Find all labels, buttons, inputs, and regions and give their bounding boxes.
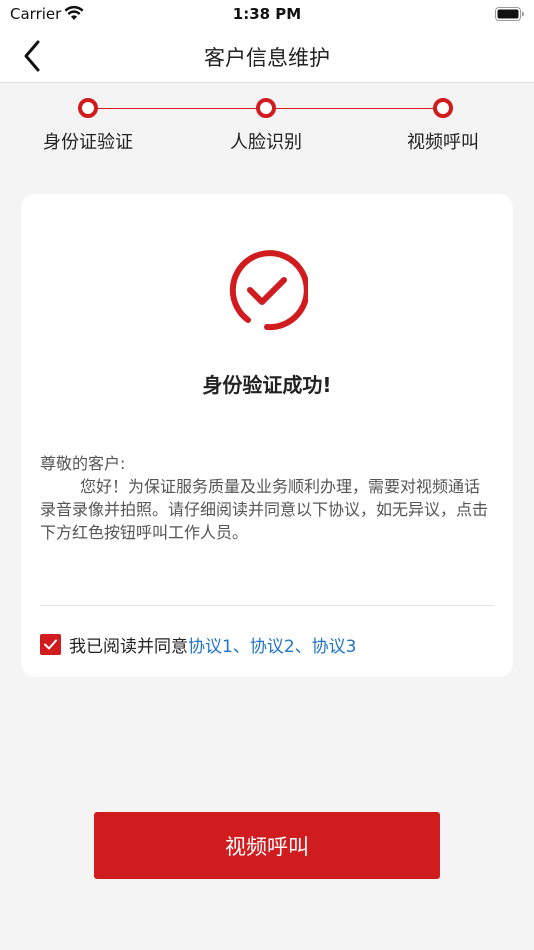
step-connector xyxy=(98,108,257,109)
step-label-id: 身份证验证 xyxy=(43,132,133,153)
agreement-row: 我已阅读并同意 协议1 、 协议2 、 协议3 xyxy=(40,631,356,657)
agreement-link-2[interactable]: 协议2 xyxy=(250,632,295,657)
check-circle-icon xyxy=(229,250,308,331)
progress-stepper: 身份证验证 人脸识别 视频呼叫 xyxy=(0,84,534,174)
agree-checkbox[interactable] xyxy=(40,633,61,655)
notice-greeting: 尊敬的客户: xyxy=(40,454,126,473)
status-bar: Carrier 1:38 PM xyxy=(0,0,534,30)
battery-icon xyxy=(495,7,524,21)
success-title: 身份验证成功! xyxy=(202,373,332,397)
divider xyxy=(40,605,494,606)
link-separator: 、 xyxy=(294,636,312,657)
page-title: 客户信息维护 xyxy=(204,46,330,70)
step-indicator-video xyxy=(433,98,453,118)
agreement-link-3[interactable]: 协议3 xyxy=(312,632,357,657)
checkmark-icon xyxy=(44,639,57,649)
step-indicator-face xyxy=(256,98,276,118)
agreement-link-1[interactable]: 协议1 xyxy=(188,632,233,657)
video-call-button[interactable]: 视频呼叫 xyxy=(94,812,440,879)
step-connector xyxy=(275,108,434,109)
step-label-video: 视频呼叫 xyxy=(407,132,479,153)
navigation-bar: 客户信息维护 xyxy=(0,30,534,83)
verification-card: 身份验证成功! 尊敬的客户: 您好！为保证服务质量及业务顺利办理，需要对视频通话… xyxy=(21,194,513,677)
notice-text: 尊敬的客户: 您好！为保证服务质量及业务顺利办理，需要对视频通话录音录像并拍照。… xyxy=(40,452,495,544)
notice-body: 您好！为保证服务质量及业务顺利办理，需要对视频通话录音录像并拍照。请仔细阅读并同… xyxy=(40,477,489,542)
link-separator: 、 xyxy=(232,636,250,657)
agree-label: 我已阅读并同意 xyxy=(69,636,188,657)
step-label-face: 人脸识别 xyxy=(230,132,302,153)
step-indicator-id xyxy=(78,98,98,118)
status-time: 1:38 PM xyxy=(232,5,302,23)
